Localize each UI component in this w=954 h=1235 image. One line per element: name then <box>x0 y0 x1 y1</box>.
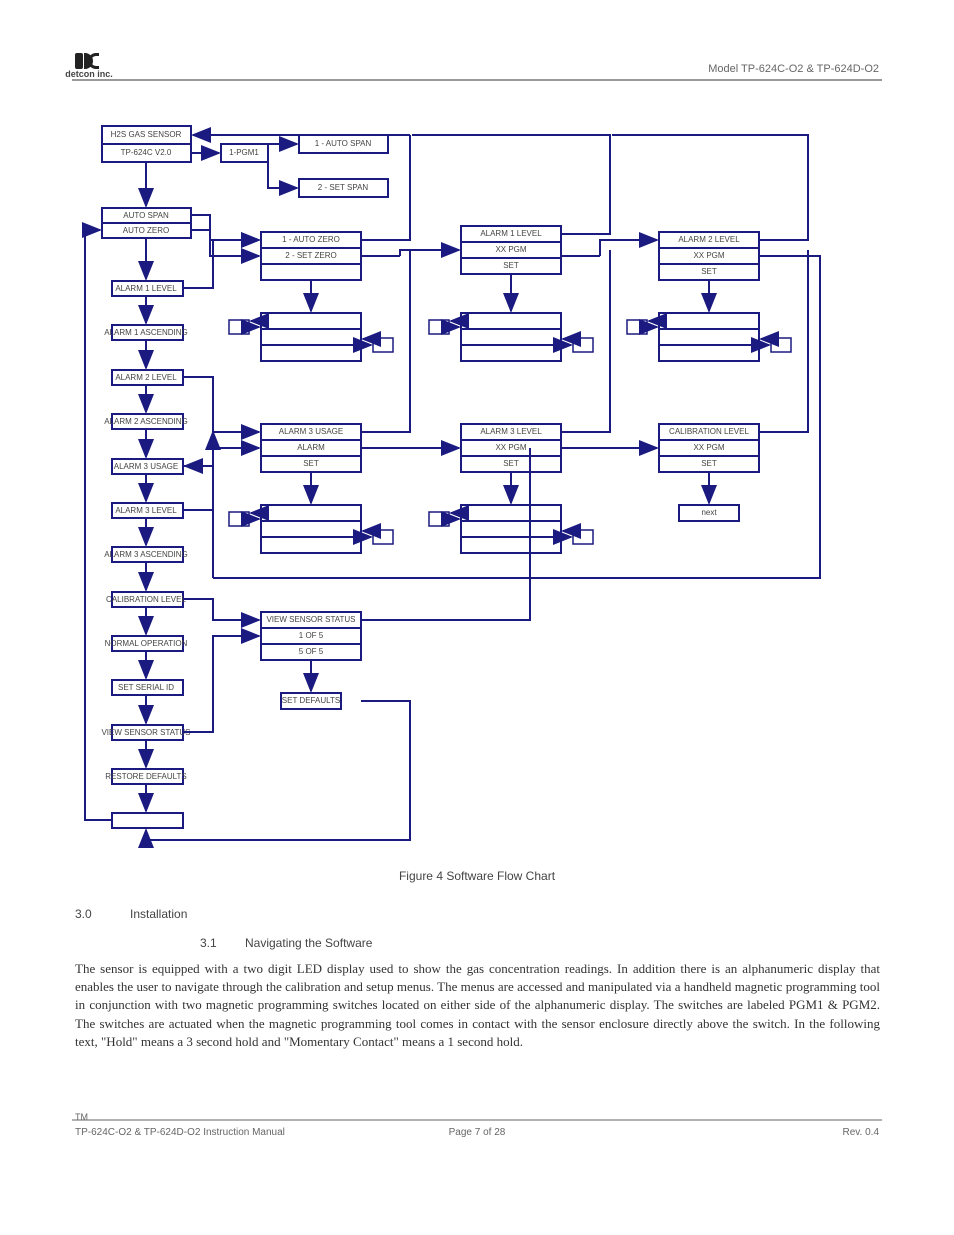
svg-text:ALARM 3 USAGE: ALARM 3 USAGE <box>114 462 178 471</box>
svg-text:SET DEFAULTS: SET DEFAULTS <box>282 696 340 705</box>
svg-text:XX PGM: XX PGM <box>693 443 724 452</box>
footer-page: Page 7 of 28 <box>449 1127 506 1138</box>
section-title: Installation <box>130 907 187 921</box>
svg-text:1-PGM1: 1-PGM1 <box>229 148 259 157</box>
svg-text:ALARM 2 LEVEL: ALARM 2 LEVEL <box>678 235 740 244</box>
cluster-row2: ALARM 3 USAGE ALARM SET ALARM 3 LEVEL XX… <box>261 424 759 472</box>
subsection-num: 3.1 <box>200 936 217 950</box>
svg-text:NORMAL OPERATION: NORMAL OPERATION <box>105 639 188 648</box>
logo: detcon inc. <box>65 53 113 79</box>
svg-text:ALARM 3 USAGE: ALARM 3 USAGE <box>279 427 343 436</box>
svg-text:next: next <box>701 508 717 517</box>
svg-text:RESTORE DEFAULTS: RESTORE DEFAULTS <box>105 772 187 781</box>
svg-text:XX PGM: XX PGM <box>693 251 724 260</box>
tm-mark: TM <box>75 1112 88 1122</box>
cluster-row2-sub: next <box>229 505 739 553</box>
logo-text: detcon inc. <box>65 69 113 79</box>
svg-text:SET: SET <box>503 459 519 468</box>
svg-text:ALARM 3 LEVEL: ALARM 3 LEVEL <box>115 506 177 515</box>
subsection-title: Navigating the Software <box>245 936 373 950</box>
svg-text:ALARM 1 ASCENDING: ALARM 1 ASCENDING <box>104 328 188 337</box>
svg-text:XX PGM: XX PGM <box>495 245 526 254</box>
svg-text:5 OF 5: 5 OF 5 <box>299 647 324 656</box>
svg-text:2 - SET SPAN: 2 - SET SPAN <box>318 183 369 192</box>
svg-text:ALARM: ALARM <box>297 443 325 452</box>
svg-text:CALIBRATION LEVEL: CALIBRATION LEVEL <box>106 595 186 604</box>
svg-text:SET: SET <box>701 459 717 468</box>
footer-left: TP-624C-O2 & TP-624D-O2 Instruction Manu… <box>75 1127 285 1138</box>
svg-text:1 OF 5: 1 OF 5 <box>299 631 324 640</box>
svg-text:SET: SET <box>303 459 319 468</box>
svg-text:ALARM 2 LEVEL: ALARM 2 LEVEL <box>115 373 177 382</box>
alarm1-level: ALARM 1 LEVEL 1 - AUTO ZERO 2 - SET ZERO… <box>261 226 759 280</box>
svg-text:ALARM 1 LEVEL: ALARM 1 LEVEL <box>480 229 542 238</box>
svg-text:TP-624C V2.0: TP-624C V2.0 <box>121 148 172 157</box>
svg-text:H2S GAS SENSOR: H2S GAS SENSOR <box>111 130 182 139</box>
svg-text:AUTO SPAN: AUTO SPAN <box>123 211 169 220</box>
svg-text:SET: SET <box>503 261 519 270</box>
paragraph: The sensor is equipped with a two digit … <box>75 960 880 1051</box>
svg-text:ALARM 1 LEVEL: ALARM 1 LEVEL <box>115 284 177 293</box>
svg-text:SET SERIAL ID: SET SERIAL ID <box>118 683 174 692</box>
cluster-row1-sub <box>229 313 791 361</box>
svg-text:VIEW SENSOR STATUS: VIEW SENSOR STATUS <box>101 728 190 737</box>
svg-text:ALARM 2 ASCENDING: ALARM 2 ASCENDING <box>104 417 188 426</box>
page-header: Model TP-624C-O2 & TP-624D-O2 <box>708 63 879 75</box>
svg-text:1 - AUTO SPAN: 1 - AUTO SPAN <box>315 139 372 148</box>
svg-text:1 - AUTO ZERO: 1 - AUTO ZERO <box>282 235 340 244</box>
footer-right: Rev. 0.4 <box>843 1127 880 1138</box>
svg-text:2 - SET ZERO: 2 - SET ZERO <box>285 251 336 260</box>
svg-text:VIEW SENSOR STATUS: VIEW SENSOR STATUS <box>266 615 355 624</box>
svg-text:ALARM 3 ASCENDING: ALARM 3 ASCENDING <box>104 550 188 559</box>
section-number: 3.0 <box>75 907 92 921</box>
svg-text:SET: SET <box>701 267 717 276</box>
svg-text:ALARM 3 LEVEL: ALARM 3 LEVEL <box>480 427 542 436</box>
svg-text:XX PGM: XX PGM <box>495 443 526 452</box>
figure-caption: Figure 4 Software Flow Chart <box>399 869 556 883</box>
svg-text:AUTO ZERO: AUTO ZERO <box>123 226 170 235</box>
svg-text:CALIBRATION LEVEL: CALIBRATION LEVEL <box>669 427 749 436</box>
